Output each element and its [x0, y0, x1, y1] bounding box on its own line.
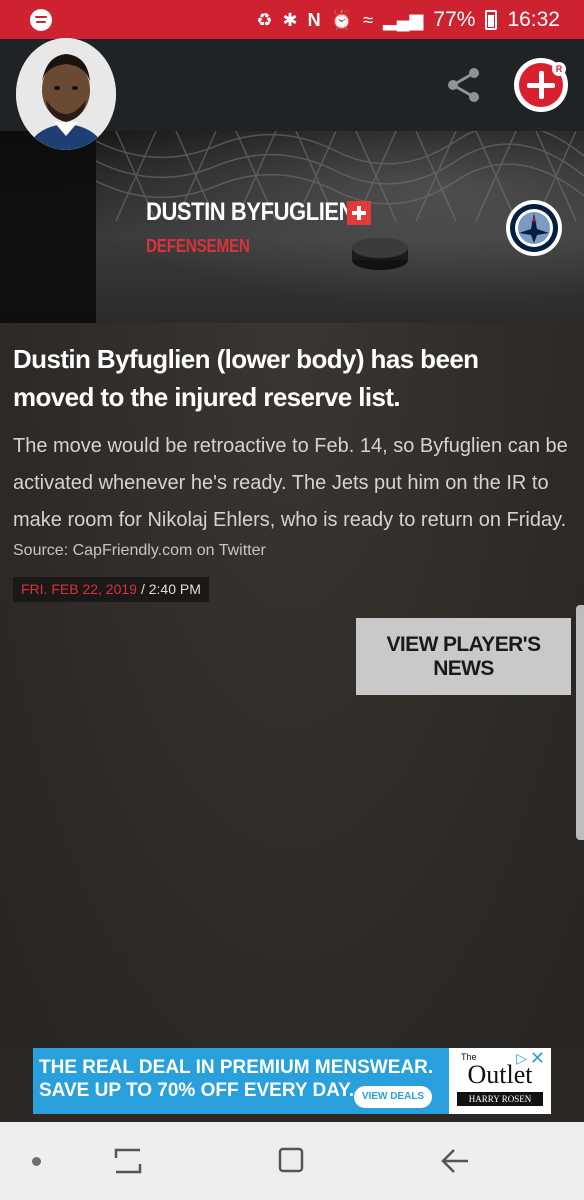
notification-icon: ♻ — [256, 9, 273, 30]
player-avatar — [16, 38, 116, 150]
status-bar: ♻ ✱ N ⏰ ≈ ▂▄▆ 77% 16:32 — [0, 0, 584, 39]
player-name: DUSTIN BYFUGLIEN — [146, 198, 355, 226]
player-position: DEFENSEMEN — [146, 236, 250, 256]
view-players-news-button[interactable]: VIEW PLAYER'S NEWS — [356, 618, 571, 695]
nav-hide-button[interactable] — [32, 1157, 41, 1166]
ad-close-icon[interactable]: ✕ — [530, 1048, 545, 1069]
ad-banner[interactable]: THE REAL DEAL IN PREMIUM MENSWEAR. SAVE … — [33, 1048, 551, 1114]
scroll-handle[interactable] — [576, 605, 584, 840]
share-icon — [448, 68, 479, 102]
article-body: The move would be retroactive to Feb. 14… — [13, 435, 568, 531]
team-logo-button[interactable] — [506, 200, 562, 256]
ad-brand-sub: HARRY ROSEN — [457, 1092, 543, 1106]
bluetooth-icon: ✱ — [282, 9, 298, 30]
hockey-puck-graphic — [352, 238, 408, 270]
article-date: FRI. FEB 22, 2019 — [21, 581, 137, 597]
battery-icon — [485, 9, 498, 30]
winnipeg-jets-logo — [510, 204, 558, 252]
home-icon[interactable] — [277, 1146, 305, 1174]
recent-apps-icon[interactable] — [112, 1146, 144, 1176]
injury-cross-icon — [347, 201, 371, 225]
article-source: Source: CapFriendly.com on Twitter — [13, 542, 266, 559]
article-headline: Dustin Byfuglien (lower body) has been m… — [13, 344, 479, 412]
ad-brand-the: The — [461, 1052, 477, 1062]
alarm-icon: ⏰ — [330, 9, 354, 30]
logo-badge: R — [552, 62, 566, 76]
share-button[interactable] — [440, 61, 488, 109]
ad-line-1: THE REAL DEAL IN PREMIUM MENSWEAR. — [39, 1057, 434, 1078]
article-timestamp: FRI. FEB 22, 2019 / 2:40 PM — [13, 577, 209, 602]
nfc-icon: N — [307, 9, 321, 30]
ad-choices-icon[interactable]: ▷ — [516, 1050, 527, 1067]
system-back-icon[interactable] — [440, 1146, 470, 1176]
player-header — [0, 131, 584, 323]
article-time: / 2:40 PM — [140, 581, 201, 597]
battery-percent: 77% — [433, 7, 476, 31]
ad-brand-logo: The Outlet HARRY ROSEN ▷ ✕ — [449, 1048, 551, 1114]
app-logo-button[interactable]: R — [514, 58, 568, 112]
spotify-icon — [30, 8, 52, 31]
wifi-icon: ≈ — [363, 9, 373, 30]
clock: 16:32 — [507, 7, 560, 31]
view-deals-button[interactable]: VIEW DEALS — [354, 1086, 432, 1108]
signal-icon: ▂▄▆ — [382, 9, 424, 30]
